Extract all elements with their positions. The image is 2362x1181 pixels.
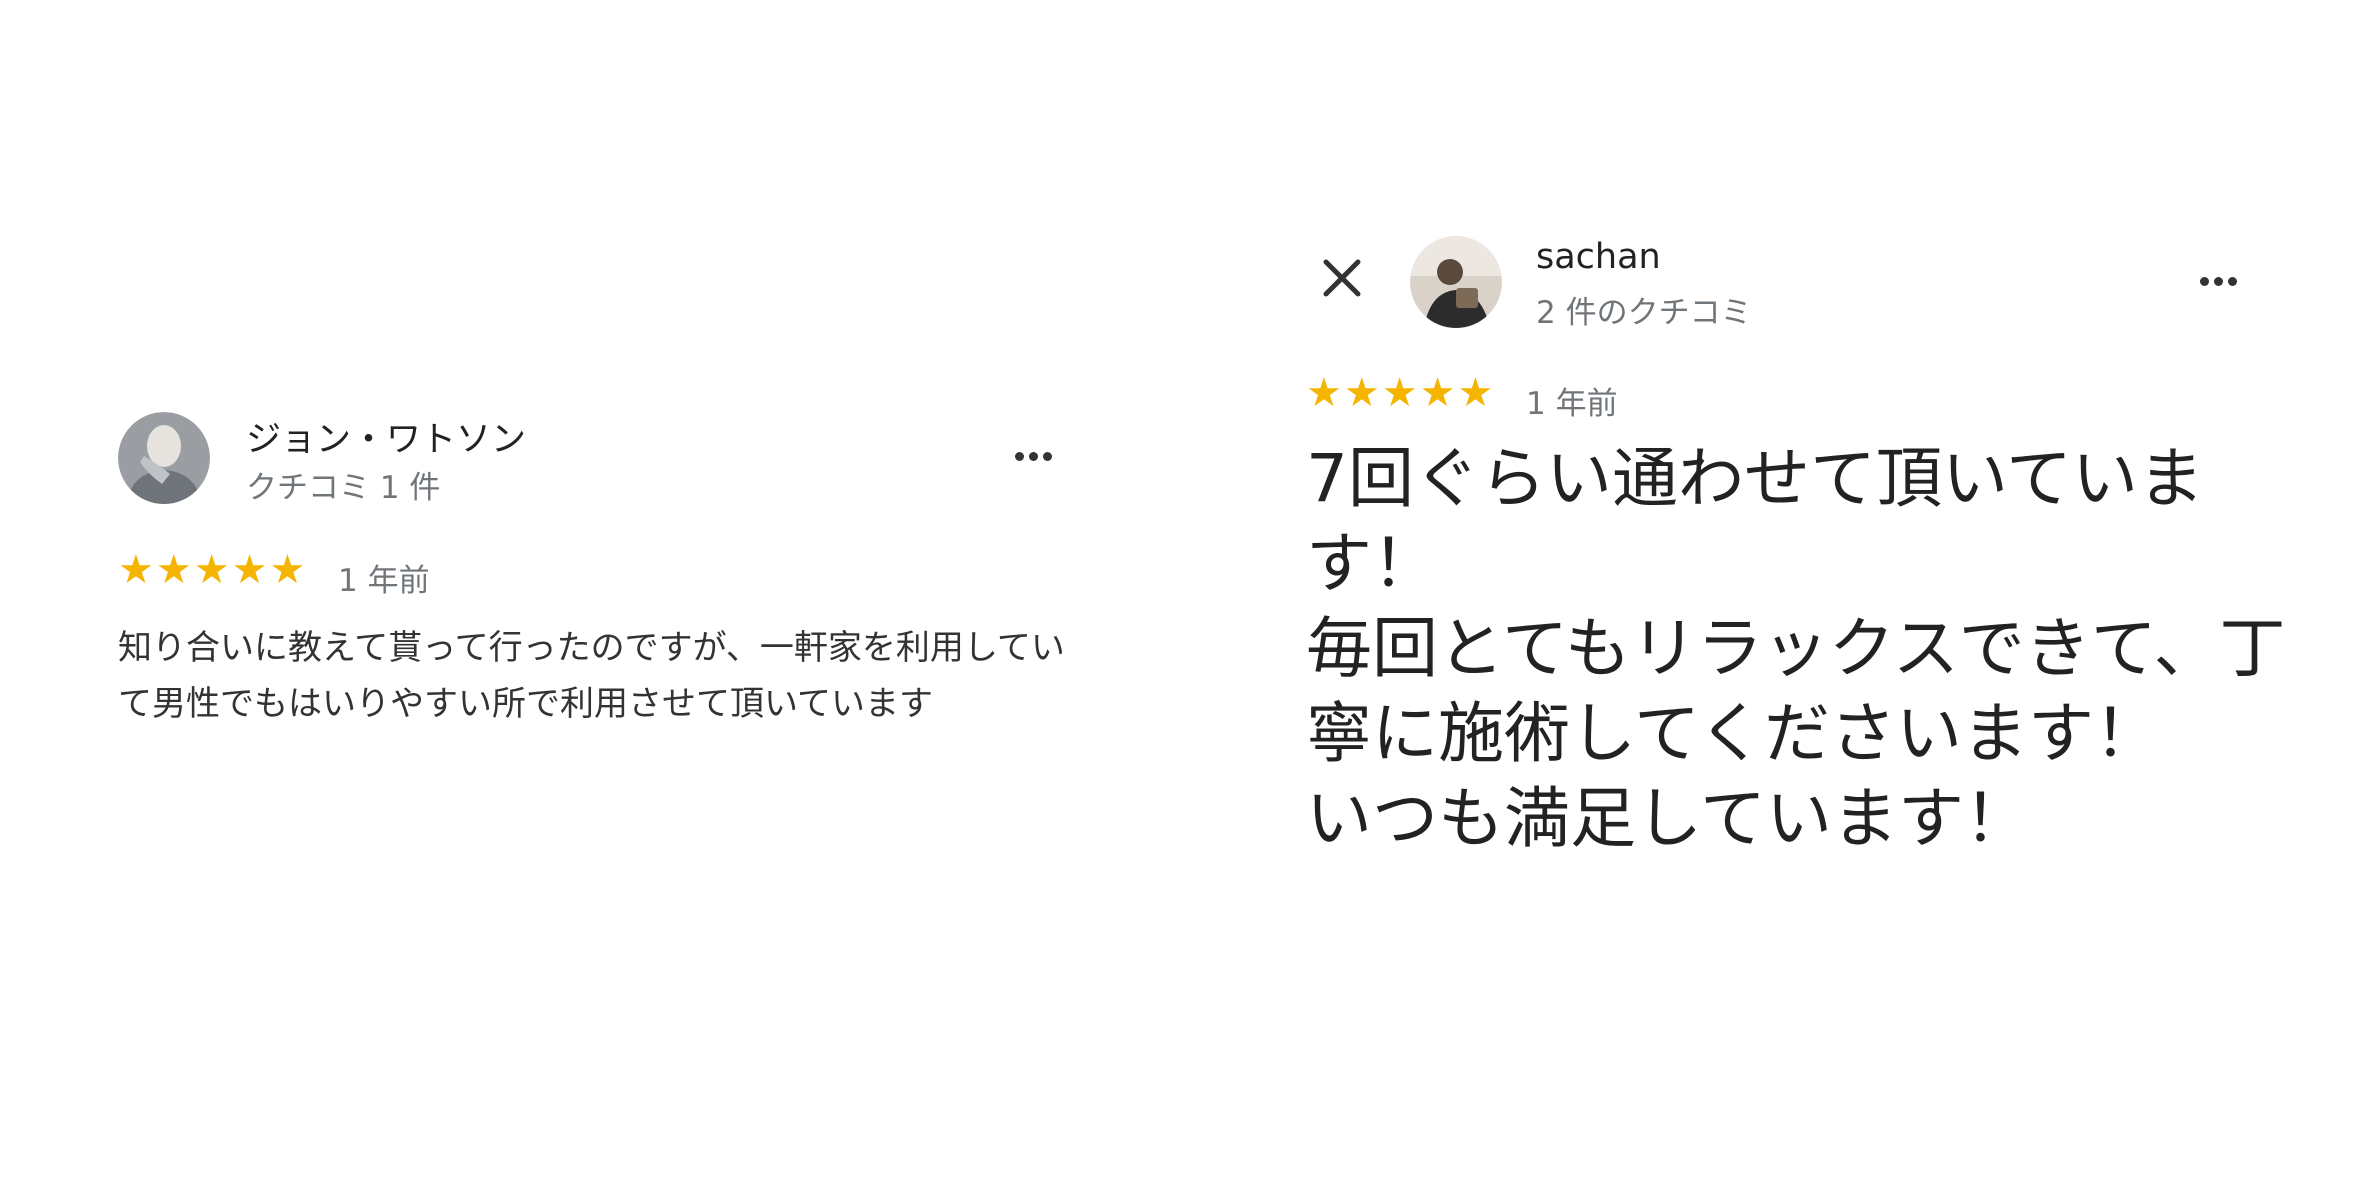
- star-icon: ★: [193, 547, 230, 593]
- review-card-2: sachan 2 件のクチコミ ★ ★ ★ ★ ★ 1 年前 7回ぐらい通わせて…: [1250, 200, 2320, 1000]
- review-time: 1 年前: [1526, 386, 1618, 422]
- star-rating: ★ ★ ★ ★ ★: [1306, 373, 1493, 413]
- star-icon: ★: [1419, 370, 1456, 416]
- star-icon: ★: [1457, 370, 1494, 416]
- review-time: 1 年前: [338, 563, 430, 599]
- close-icon[interactable]: [1318, 254, 1366, 302]
- star-icon: ★: [1306, 370, 1342, 416]
- review-card-1: ジョン・ワトソン クチコミ 1 件 ★ ★ ★ ★ ★ 1 年前 知り合いに教え…: [100, 380, 1120, 830]
- star-icon: ★: [269, 547, 306, 593]
- more-horizontal-icon[interactable]: [1015, 452, 1052, 461]
- avatar[interactable]: [118, 412, 210, 504]
- review-text: 7回ぐらい通わせて頂いています！ 毎回とてもリラックスできて、丁寧に施術してくだ…: [1306, 440, 2286, 857]
- reviewer-review-count: クチコミ 1 件: [246, 470, 441, 506]
- star-icon: ★: [1381, 370, 1418, 416]
- star-icon: ★: [118, 547, 154, 593]
- avatar[interactable]: [1410, 236, 1502, 328]
- review-text: 知り合いに教えて貰って行ったのですが、一軒家を利用していて男性でもはいりやすい所…: [118, 628, 1065, 724]
- reviewer-name[interactable]: ジョン・ワトソン: [246, 411, 526, 462]
- more-horizontal-icon[interactable]: [2200, 277, 2237, 286]
- star-icon: ★: [231, 547, 268, 593]
- star-rating: ★ ★ ★ ★ ★: [118, 550, 305, 590]
- star-icon: ★: [155, 547, 192, 593]
- reviewer-name[interactable]: sachan: [1536, 237, 1661, 277]
- star-icon: ★: [1343, 370, 1380, 416]
- reviewer-review-count: 2 件のクチコミ: [1536, 295, 1752, 331]
